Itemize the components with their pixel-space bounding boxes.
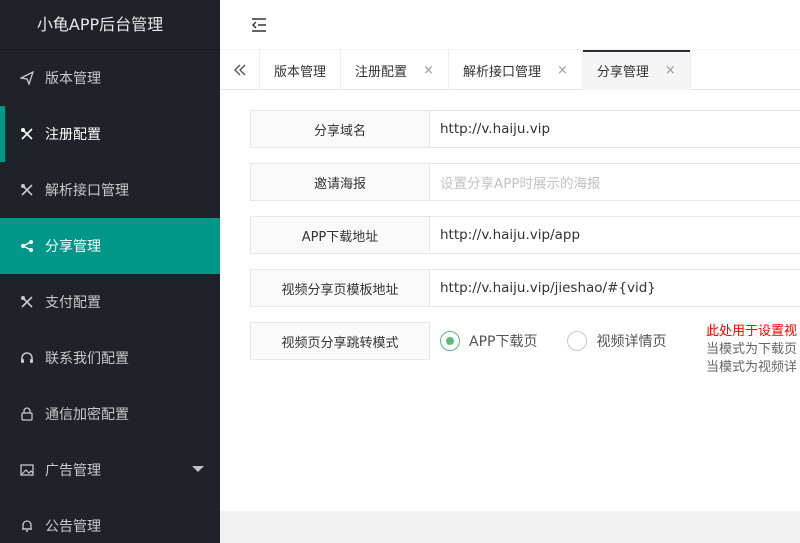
sidebar-item-payment[interactable]: 支付配置 <box>0 274 220 330</box>
share-domain-input[interactable]: http://v.haiju.vip <box>430 110 800 148</box>
jump-mode-hint: 此处用于设置视 当模式为下载页 当模式为视频详 <box>706 323 800 377</box>
form-row-video-share-template: 视频分享页模板地址 http://v.haiju.vip/jieshao/#{v… <box>250 269 800 307</box>
tab-scroll-left-icon[interactable] <box>220 50 260 90</box>
app-download-label: APP下载地址 <box>250 216 430 254</box>
close-icon[interactable]: × <box>557 63 568 78</box>
sidebar-item-label: 解析接口管理 <box>45 183 129 199</box>
top-header <box>220 0 800 50</box>
app-download-input[interactable]: http://v.haiju.vip/app <box>430 216 800 254</box>
radio-video-detail[interactable]: 视频详情页 <box>567 331 666 351</box>
hint-line: 当模式为视频详 <box>706 360 798 375</box>
sidebar-item-register[interactable]: 注册配置 <box>0 106 220 162</box>
sidebar-item-label: 版本管理 <box>45 71 101 87</box>
form-row-invite-poster: 邀请海报 设置分享APP时展示的海报 <box>250 163 800 201</box>
jump-mode-radio-group: APP下载页 视频详情页 <box>430 322 696 360</box>
paper-plane-icon <box>20 71 34 85</box>
main-content: 分享域名 http://v.haiju.vip 邀请海报 设置分享APP时展示的… <box>220 91 800 511</box>
radio-checked-icon <box>440 331 460 351</box>
sidebar-item-label: 通信加密配置 <box>45 407 129 423</box>
sidebar-item-parse-api[interactable]: 解析接口管理 <box>0 162 220 218</box>
tools-icon <box>20 183 34 197</box>
tools-icon <box>20 127 34 141</box>
tab-register[interactable]: 注册配置 × <box>341 50 449 90</box>
tab-bar: 版本管理 注册配置 × 解析接口管理 × 分享管理 × <box>220 50 800 90</box>
headset-icon <box>20 351 34 365</box>
sidebar: 小龟APP后台管理 版本管理 注册配置 解析接口管理 分享管理 支付配置 联系我… <box>0 0 220 543</box>
tab-share[interactable]: 分享管理 × <box>582 50 691 90</box>
tab-parse-api[interactable]: 解析接口管理 × <box>449 50 583 90</box>
image-icon <box>20 463 34 477</box>
sidebar-item-ads[interactable]: 广告管理 <box>0 442 220 498</box>
sidebar-item-label: 联系我们配置 <box>45 351 129 367</box>
app-title: 小龟APP后台管理 <box>36 15 164 34</box>
sidebar-item-label: 广告管理 <box>45 463 101 479</box>
sidebar-item-encryption[interactable]: 通信加密配置 <box>0 386 220 442</box>
sidebar-item-label: 分享管理 <box>45 239 101 255</box>
app-logo[interactable]: 小龟APP后台管理 <box>0 0 220 50</box>
tab-label: 分享管理 <box>596 64 649 80</box>
sidebar-item-notice[interactable]: 公告管理 <box>0 498 220 543</box>
radio-unchecked-icon <box>567 331 588 351</box>
video-share-template-input[interactable]: http://v.haiju.vip/jieshao/#{vid} <box>430 269 800 307</box>
form-row-app-download: APP下载地址 http://v.haiju.vip/app <box>250 216 800 254</box>
menu-toggle-icon[interactable] <box>250 17 268 33</box>
radio-app-download[interactable]: APP下载页 <box>440 331 537 351</box>
sidebar-item-label: 注册配置 <box>45 127 101 143</box>
sidebar-item-share[interactable]: 分享管理 <box>0 218 220 274</box>
sidebar-item-version[interactable]: 版本管理 <box>0 50 220 106</box>
sidebar-item-contact[interactable]: 联系我们配置 <box>0 330 220 386</box>
share-icon <box>20 239 34 253</box>
footer-bar <box>220 511 800 543</box>
invite-poster-input[interactable]: 设置分享APP时展示的海报 <box>430 163 800 201</box>
tab-label: 版本管理 <box>274 64 327 80</box>
jump-mode-label: 视频页分享跳转模式 <box>250 322 430 360</box>
radio-label: APP下载页 <box>469 334 538 350</box>
sidebar-item-label: 支付配置 <box>45 295 101 311</box>
tab-label: 解析接口管理 <box>462 64 541 80</box>
bell-icon <box>20 519 34 533</box>
tab-label: 注册配置 <box>355 64 408 80</box>
chevron-down-icon[interactable] <box>192 466 204 472</box>
share-domain-label: 分享域名 <box>250 110 430 148</box>
close-icon[interactable]: × <box>665 63 676 78</box>
tab-version[interactable]: 版本管理 <box>260 50 342 90</box>
hint-line: 当模式为下载页 <box>706 342 798 357</box>
hint-line: 此处用于设置视 <box>706 324 798 339</box>
sidebar-item-label: 公告管理 <box>45 519 101 535</box>
radio-label: 视频详情页 <box>596 334 667 350</box>
form-row-share-domain: 分享域名 http://v.haiju.vip <box>250 110 800 148</box>
video-share-template-label: 视频分享页模板地址 <box>250 269 430 307</box>
close-icon[interactable]: × <box>423 63 434 78</box>
lock-icon <box>20 407 34 421</box>
invite-poster-label: 邀请海报 <box>250 163 430 201</box>
tools-icon <box>20 295 34 309</box>
